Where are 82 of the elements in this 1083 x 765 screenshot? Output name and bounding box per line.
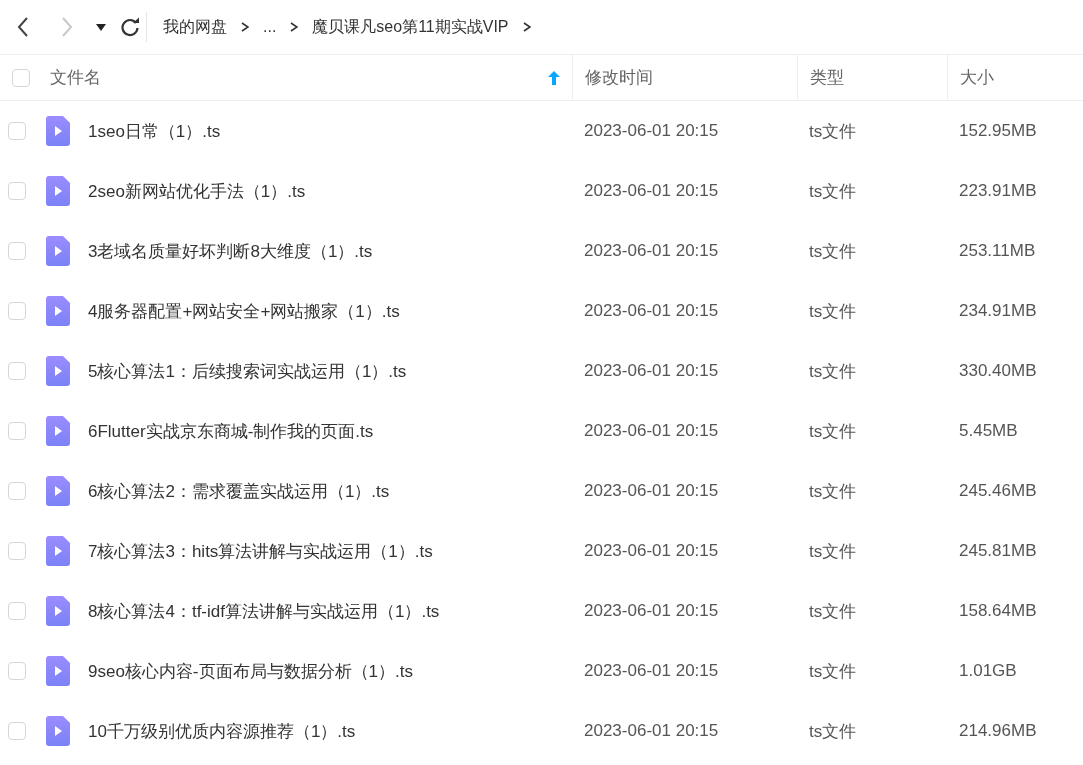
modified-time: 2023-06-01 20:15 xyxy=(584,181,719,201)
file-size: 5.45MB xyxy=(959,421,1018,441)
video-file-icon xyxy=(46,536,70,566)
modified-time: 2023-06-01 20:15 xyxy=(584,481,719,501)
chevron-icon xyxy=(241,22,249,32)
file-name[interactable]: 1seo日常（1）.ts xyxy=(88,119,221,143)
video-file-icon xyxy=(46,416,70,446)
file-type: ts文件 xyxy=(809,660,857,683)
file-size: 330.40MB xyxy=(959,361,1037,381)
video-file-icon xyxy=(46,356,70,386)
column-header[interactable]: 修改时间 xyxy=(585,68,653,87)
select-all-checkbox[interactable] xyxy=(12,68,30,87)
video-file-icon xyxy=(46,596,70,626)
modified-time: 2023-06-01 20:15 xyxy=(584,301,719,321)
file-type: ts文件 xyxy=(809,720,857,743)
row-checkbox[interactable] xyxy=(8,302,26,320)
dropdown-caret-icon[interactable] xyxy=(96,23,106,31)
row-checkbox[interactable] xyxy=(8,122,26,140)
file-name[interactable]: 9seo核心内容-页面布局与数据分析（1）.ts xyxy=(88,659,413,683)
row-checkbox[interactable] xyxy=(8,242,26,260)
column-header[interactable]: 文件名 xyxy=(50,68,101,87)
chevron-right-icon xyxy=(60,16,74,38)
file-name[interactable]: 6核心算法2：需求覆盖实战运用（1）.ts xyxy=(88,479,390,503)
file-type: ts文件 xyxy=(809,180,857,203)
file-size: 253.11MB xyxy=(959,241,1036,261)
column-header[interactable]: 类型 xyxy=(810,68,844,87)
chevron-icon xyxy=(290,22,299,32)
file-name[interactable]: 5核心算法1：后续搜索词实战运用（1）.ts xyxy=(88,359,407,383)
sort-arrow-icon[interactable] xyxy=(548,70,560,85)
breadcrumb-link[interactable]: 我的网盘 xyxy=(163,16,227,38)
file-name[interactable]: 3老域名质量好坏判断8大维度（1）.ts xyxy=(88,239,373,263)
file-size: 1.01GB xyxy=(959,661,1017,681)
file-type: ts文件 xyxy=(809,300,857,323)
modified-time: 2023-06-01 20:15 xyxy=(584,421,719,441)
row-checkbox[interactable] xyxy=(8,422,26,440)
video-file-icon xyxy=(46,176,70,206)
file-name[interactable]: 4服务器配置+网站安全+网站搬家（1）.ts xyxy=(88,299,400,323)
file-type: ts文件 xyxy=(809,540,857,563)
modified-time: 2023-06-01 20:15 xyxy=(584,361,719,381)
video-file-icon xyxy=(46,716,70,746)
row-checkbox[interactable] xyxy=(8,482,26,500)
row-checkbox[interactable] xyxy=(8,662,26,680)
modified-time: 2023-06-01 20:15 xyxy=(584,541,719,561)
file-type: ts文件 xyxy=(809,360,857,383)
video-file-icon xyxy=(46,236,70,266)
file-type: ts文件 xyxy=(809,480,857,503)
row-checkbox[interactable] xyxy=(8,182,26,200)
file-type: ts文件 xyxy=(809,600,857,623)
refresh-icon[interactable] xyxy=(120,17,140,37)
file-name[interactable]: 10千万级别优质内容源推荐（1）.ts xyxy=(88,719,356,743)
file-size: 245.81MB xyxy=(959,541,1037,561)
file-size: 223.91MB xyxy=(959,181,1037,201)
file-name[interactable]: 7核心算法3：hits算法讲解与实战运用（1）.ts xyxy=(88,539,433,563)
video-file-icon xyxy=(46,296,70,326)
modified-time: 2023-06-01 20:15 xyxy=(584,601,719,621)
modified-time: 2023-06-01 20:15 xyxy=(584,721,719,741)
row-checkbox[interactable] xyxy=(8,722,26,740)
modified-time: 2023-06-01 20:15 xyxy=(584,121,719,141)
file-type: ts文件 xyxy=(809,240,857,263)
file-type: ts文件 xyxy=(809,420,857,443)
row-checkbox[interactable] xyxy=(8,542,26,560)
chevron-left-icon xyxy=(16,16,30,38)
breadcrumb-link[interactable]: ... xyxy=(263,18,277,36)
modified-time: 2023-06-01 20:15 xyxy=(584,241,719,261)
file-name[interactable]: 8核心算法4：tf-idf算法讲解与实战运用（1）.ts xyxy=(88,599,440,623)
column-header[interactable]: 大小 xyxy=(960,68,994,87)
breadcrumb-link[interactable]: 魔贝课凡seo第11期实战VIP xyxy=(312,16,509,38)
row-checkbox[interactable] xyxy=(8,602,26,620)
video-file-icon xyxy=(46,656,70,686)
video-file-icon xyxy=(46,116,70,146)
file-type: ts文件 xyxy=(809,120,857,143)
modified-time: 2023-06-01 20:15 xyxy=(584,661,719,681)
file-size: 152.95MB xyxy=(959,121,1037,141)
file-size: 245.46MB xyxy=(959,481,1037,501)
row-checkbox[interactable] xyxy=(8,362,26,380)
file-size: 158.64MB xyxy=(959,601,1037,621)
chevron-icon xyxy=(522,22,531,32)
file-size: 234.91MB xyxy=(959,301,1037,321)
file-name[interactable]: 2seo新网站优化手法（1）.ts xyxy=(88,179,306,203)
file-size: 214.96MB xyxy=(959,721,1037,741)
video-file-icon xyxy=(46,476,70,506)
file-name[interactable]: 6Flutter实战京东商城-制作我的页面.ts xyxy=(88,419,374,443)
